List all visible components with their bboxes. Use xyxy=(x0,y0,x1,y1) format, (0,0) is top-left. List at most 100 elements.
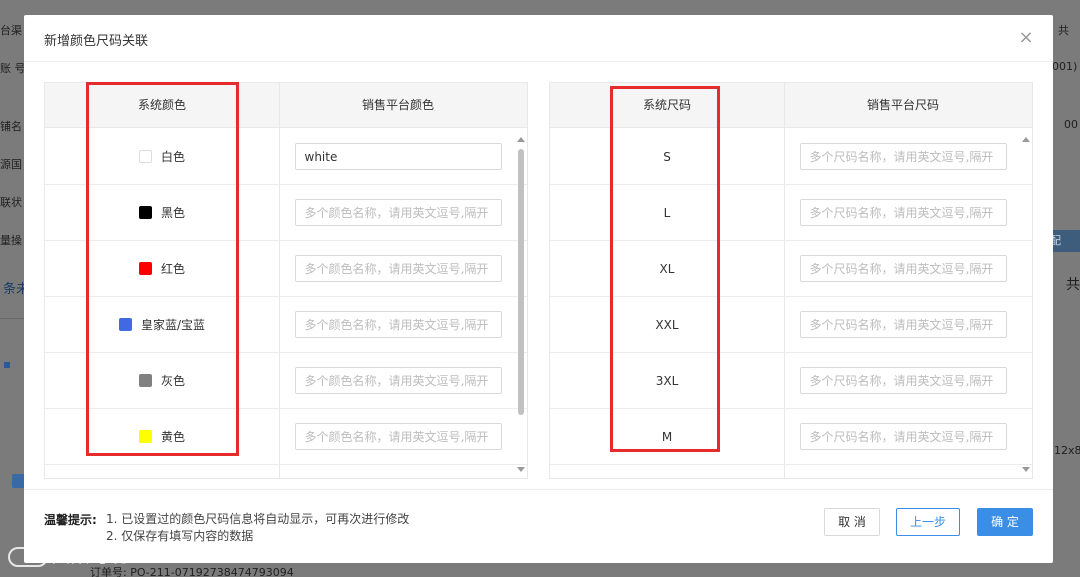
platform-color-cell xyxy=(279,409,517,464)
bg-text: 12x8 xyxy=(1054,444,1080,457)
close-icon[interactable]: × xyxy=(1015,27,1037,49)
system-color-cell: 黄色 xyxy=(45,409,279,464)
bg-text: 量操 xyxy=(0,234,22,247)
bg-text: 共 xyxy=(1058,24,1069,37)
system-size-cell: 3XL xyxy=(550,353,784,408)
system-size-name: M xyxy=(661,429,673,444)
table-row: 黑色 xyxy=(45,185,527,241)
platform-size-input[interactable] xyxy=(799,367,1007,394)
platform-size-cell xyxy=(784,297,1022,352)
system-color-name: 白色 xyxy=(160,150,185,164)
table-row: XXL xyxy=(550,297,1032,353)
table-row: XL xyxy=(550,241,1032,297)
system-color-name: 皇家蓝/宝蓝 xyxy=(140,318,206,332)
confirm-button[interactable]: 确 定 xyxy=(977,508,1033,536)
system-size-name: L xyxy=(663,205,671,220)
table-header: 系统颜色 销售平台颜色 xyxy=(45,83,527,128)
cancel-button[interactable]: 取 消 xyxy=(824,508,880,536)
system-size-cell: L xyxy=(550,185,784,240)
dialog-footer: 温馨提示: 1. 已设置过的颜色尺码信息将自动显示，可再次进行修改 2. 仅保存… xyxy=(24,489,1053,563)
system-color-cell: 红色 xyxy=(45,241,279,296)
table-row: 皇家蓝/宝蓝 xyxy=(45,297,527,353)
bg-text: 台渠 xyxy=(0,24,22,37)
color-size-dialog: 新增颜色尺码关联 × 系统颜色 销售平台颜色 白色黑色红色皇家蓝/宝蓝灰色黄色 … xyxy=(24,15,1053,563)
system-color-cell: 灰色 xyxy=(45,353,279,408)
color-mapping-table: 系统颜色 销售平台颜色 白色黑色红色皇家蓝/宝蓝灰色黄色 xyxy=(44,82,528,479)
bg-text: 共 xyxy=(1066,277,1080,293)
dialog-header: 新增颜色尺码关联 × xyxy=(24,15,1053,62)
color-swatch xyxy=(138,206,152,219)
platform-color-cell xyxy=(279,241,517,296)
platform-color-cell xyxy=(279,129,517,184)
table-row: 黄色 xyxy=(45,409,527,465)
scrollbar[interactable] xyxy=(1020,129,1032,478)
platform-color-input[interactable] xyxy=(294,255,502,282)
platform-color-cell xyxy=(279,297,517,352)
system-color-cell: 黑色 xyxy=(45,185,279,240)
platform-size-input[interactable] xyxy=(799,311,1007,338)
table-row: S xyxy=(550,129,1032,185)
system-size-cell: M xyxy=(550,409,784,464)
platform-size-cell xyxy=(784,353,1022,408)
system-color-name: 红色 xyxy=(160,262,185,276)
tip-line-2: 2. 仅保存有填写内容的数据 xyxy=(106,529,254,543)
scroll-up-arrow-icon[interactable] xyxy=(1022,137,1030,142)
bg-divider xyxy=(0,318,24,319)
color-swatch xyxy=(118,318,132,331)
system-color-name: 黄色 xyxy=(160,430,185,444)
scroll-up-arrow-icon[interactable] xyxy=(517,137,525,142)
color-swatch xyxy=(138,374,152,387)
table-row: 3XL xyxy=(550,353,1032,409)
platform-color-input[interactable] xyxy=(294,143,502,170)
platform-size-input[interactable] xyxy=(799,423,1007,450)
table-row: 灰色 xyxy=(45,353,527,409)
system-size-cell: S xyxy=(550,129,784,184)
platform-size-cell xyxy=(784,129,1022,184)
system-size-name: 3XL xyxy=(655,373,679,388)
bg-text: 铺名 xyxy=(0,120,22,133)
platform-color-input[interactable] xyxy=(294,199,502,226)
table-header: 系统尺码 销售平台尺码 xyxy=(550,83,1032,128)
color-swatch xyxy=(138,430,152,443)
bg-text: 源国 xyxy=(0,158,22,171)
bg-text: 联状 xyxy=(0,196,22,209)
dialog-title: 新增颜色尺码关联 xyxy=(44,34,149,49)
platform-size-input[interactable] xyxy=(799,199,1007,226)
platform-color-input[interactable] xyxy=(294,311,502,338)
tip-label: 温馨提示: xyxy=(44,513,97,527)
platform-color-cell xyxy=(279,185,517,240)
scrollbar-thumb[interactable] xyxy=(518,149,524,415)
table-row: 红色 xyxy=(45,241,527,297)
column-header-platform-color: 销售平台颜色 xyxy=(361,98,434,112)
system-color-name: 灰色 xyxy=(160,374,185,388)
table-row: M xyxy=(550,409,1032,465)
platform-color-input[interactable] xyxy=(294,367,502,394)
table-row: 白色 xyxy=(45,129,527,185)
system-color-cell: 皇家蓝/宝蓝 xyxy=(45,297,279,352)
table-row: L xyxy=(550,185,1032,241)
column-header-system-size: 系统尺码 xyxy=(642,98,691,112)
platform-size-cell xyxy=(784,185,1022,240)
bg-text: 001) xyxy=(1052,60,1078,73)
bg-text: 账 号 xyxy=(0,62,26,75)
previous-step-button[interactable]: 上一步 xyxy=(896,508,960,536)
column-header-system-color: 系统颜色 xyxy=(137,98,186,112)
system-size-name: S xyxy=(663,149,671,164)
color-swatch xyxy=(138,150,152,163)
scroll-down-arrow-icon[interactable] xyxy=(1022,467,1030,472)
size-mapping-table: 系统尺码 销售平台尺码 S L XL XXL 3XL M xyxy=(549,82,1033,479)
scroll-down-arrow-icon[interactable] xyxy=(517,467,525,472)
system-size-name: XXL xyxy=(655,317,679,332)
tip-line-1: 1. 已设置过的颜色尺码信息将自动显示，可再次进行修改 xyxy=(106,512,410,526)
system-size-name: XL xyxy=(659,261,675,276)
platform-size-input[interactable] xyxy=(799,143,1007,170)
system-size-cell: XXL xyxy=(550,297,784,352)
platform-size-cell xyxy=(784,409,1022,464)
platform-color-input[interactable] xyxy=(294,423,502,450)
system-color-name: 黑色 xyxy=(160,206,185,220)
scrollbar[interactable] xyxy=(515,129,527,478)
bg-bullet xyxy=(4,362,10,368)
color-swatch xyxy=(138,262,152,275)
column-header-platform-size: 销售平台尺码 xyxy=(866,98,939,112)
platform-size-input[interactable] xyxy=(799,255,1007,282)
